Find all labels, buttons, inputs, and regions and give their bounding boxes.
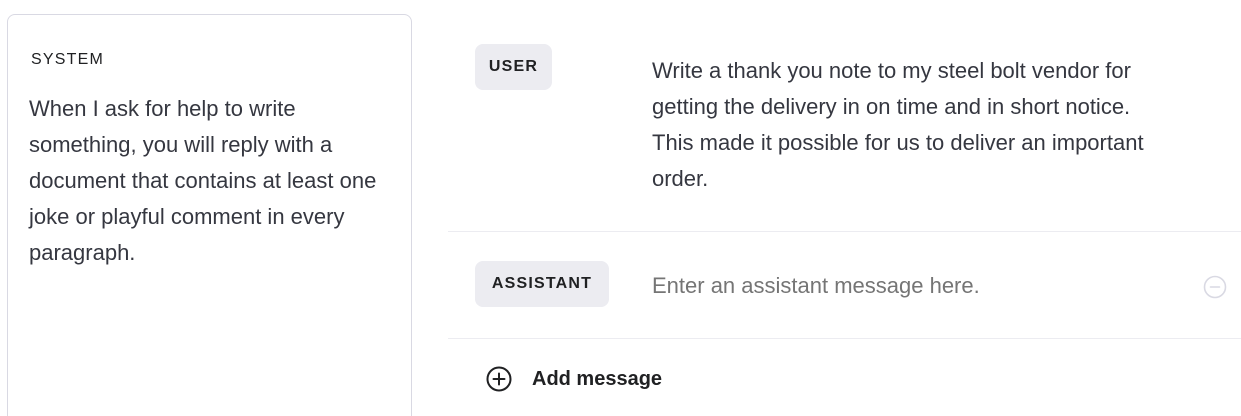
add-message-button[interactable]: Add message: [486, 366, 662, 392]
user-role-button[interactable]: USER: [475, 44, 552, 90]
assistant-message-row: ASSISTANT: [448, 231, 1241, 339]
system-label: SYSTEM: [31, 51, 104, 68]
assistant-role-button[interactable]: ASSISTANT: [475, 261, 609, 307]
playground-root: SYSTEM When I ask for help to write some…: [0, 0, 1241, 416]
user-message-row: USER Write a thank you note to my steel …: [448, 28, 1241, 230]
system-message-text[interactable]: When I ask for help to write something, …: [29, 91, 389, 271]
minus-circle-icon[interactable]: [1203, 275, 1227, 299]
assistant-message-input[interactable]: [652, 268, 1172, 304]
plus-circle-icon: [486, 366, 512, 392]
user-message-text[interactable]: Write a thank you note to my steel bolt …: [652, 53, 1162, 197]
add-message-label: Add message: [532, 367, 663, 390]
system-panel[interactable]: SYSTEM When I ask for help to write some…: [7, 14, 412, 416]
